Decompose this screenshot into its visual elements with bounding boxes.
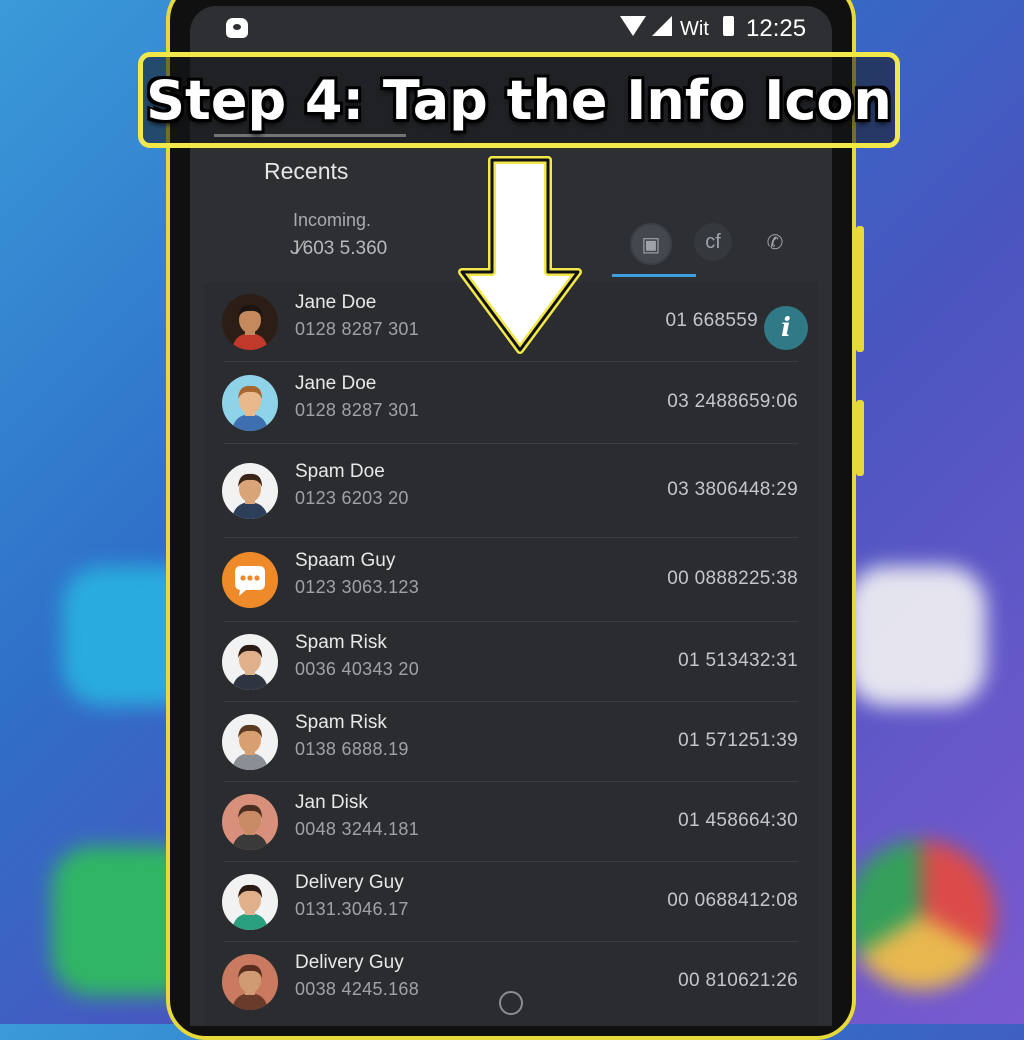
contact-number: 0128 8287 301 xyxy=(295,319,420,339)
notification-app-icon xyxy=(226,18,248,38)
call-row[interactable]: Spam Risk 0138 6888.19 01 571251:39 xyxy=(204,702,818,782)
facebook-glyph: cf xyxy=(705,230,721,253)
chat-bubble-avatar-icon xyxy=(222,552,278,608)
info-icon[interactable]: i xyxy=(764,306,808,350)
call-time: 01 458664:30 xyxy=(678,810,798,831)
facebook-icon[interactable]: cf xyxy=(694,223,732,261)
call-time: 00 0888225:38 xyxy=(667,568,798,589)
carrier-label: Wit xyxy=(680,18,709,40)
call-time: 03 3806448:29 xyxy=(667,479,798,500)
contact-name: Delivery Guy xyxy=(295,872,404,893)
volume-button xyxy=(856,226,864,352)
phone-icon[interactable]: ✆ xyxy=(756,223,794,261)
call-time: 00 0688412:08 xyxy=(667,890,798,911)
call-row[interactable]: Spam Risk 0036 40343 20 01 513432:31 xyxy=(204,622,818,702)
call-time: 01 571251:39 xyxy=(678,730,798,751)
phone-glyph: ✆ xyxy=(766,231,784,254)
contact-name: Delivery Guy xyxy=(295,952,404,973)
recent-calls-list: Jane Doe 0128 8287 301 01 668559 i Jane … xyxy=(204,282,818,1026)
contact-avatar xyxy=(222,634,278,690)
status-clock: 12:25 xyxy=(746,15,807,42)
call-time: 03 2488659:06 xyxy=(667,391,798,412)
contact-avatar xyxy=(222,874,278,930)
contact-number: 0131.3046.17 xyxy=(295,899,409,919)
contact-number: 0138 6888.19 xyxy=(295,739,409,759)
background-app-icon xyxy=(846,566,986,706)
call-row[interactable]: Delivery Guy 0131.3046.17 00 0688412:08 xyxy=(204,862,818,942)
call-row[interactable]: Jan Disk 0048 3244.181 01 458664:30 xyxy=(204,782,818,862)
contact-number: 0123 6203 20 xyxy=(295,488,409,508)
instagram-glyph: ▣ xyxy=(641,233,661,256)
contact-avatar xyxy=(222,714,278,770)
contact-number: 0036 40343 20 xyxy=(295,659,420,679)
background-chrome-icon xyxy=(846,840,996,990)
call-time: 01 668559 xyxy=(665,310,758,331)
contact-name: Spaam Guy xyxy=(295,550,396,571)
filter-tab-indicator xyxy=(612,274,696,277)
home-button[interactable] xyxy=(499,991,523,1015)
down-arrow-icon xyxy=(458,156,582,354)
contact-name: Spam Doe xyxy=(295,461,385,482)
contact-avatar xyxy=(222,463,278,519)
status-bar: Wit 12:25 xyxy=(190,6,832,50)
contact-name: Jane Doe xyxy=(295,373,377,394)
signal-icon xyxy=(652,16,672,36)
contact-avatar xyxy=(222,375,278,431)
contact-number: 0048 3244.181 xyxy=(295,819,420,839)
wifi-icon xyxy=(620,16,646,36)
contact-name: Spam Risk xyxy=(295,632,387,653)
battery-icon xyxy=(723,16,734,36)
contact-number: 0128 8287 301 xyxy=(295,400,420,420)
call-time: 01 513432:31 xyxy=(678,650,798,671)
contact-avatar xyxy=(222,294,278,350)
contact-avatar xyxy=(222,794,278,850)
call-row[interactable]: Jane Doe 0128 8287 301 03 2488659:06 xyxy=(204,362,818,444)
call-time: 00 810621:26 xyxy=(678,970,798,991)
call-row[interactable]: Spaam Guy 0123 3063.123 00 0888225:38 xyxy=(204,538,818,622)
call-row[interactable]: Spam Doe 0123 6203 20 03 3806448:29 xyxy=(204,444,818,538)
call-type-label: Incoming. xyxy=(293,210,372,230)
contact-name: Jan Disk xyxy=(295,792,368,813)
contact-avatar xyxy=(222,954,278,1010)
incoming-number: J⁄603 5.360 xyxy=(290,238,388,259)
power-button xyxy=(856,400,864,476)
page-title: Recents xyxy=(264,158,349,184)
step-instruction-text: Step 4: Tap the Info Icon xyxy=(146,68,892,132)
contact-number: 0123 3063.123 xyxy=(295,577,420,597)
instagram-icon[interactable]: ▣ xyxy=(630,223,672,265)
contact-number: 0038 4245.168 xyxy=(295,979,420,999)
step-instruction-banner: Step 4: Tap the Info Icon xyxy=(138,52,900,148)
contact-name: Spam Risk xyxy=(295,712,387,733)
contact-name: Jane Doe xyxy=(295,292,377,313)
